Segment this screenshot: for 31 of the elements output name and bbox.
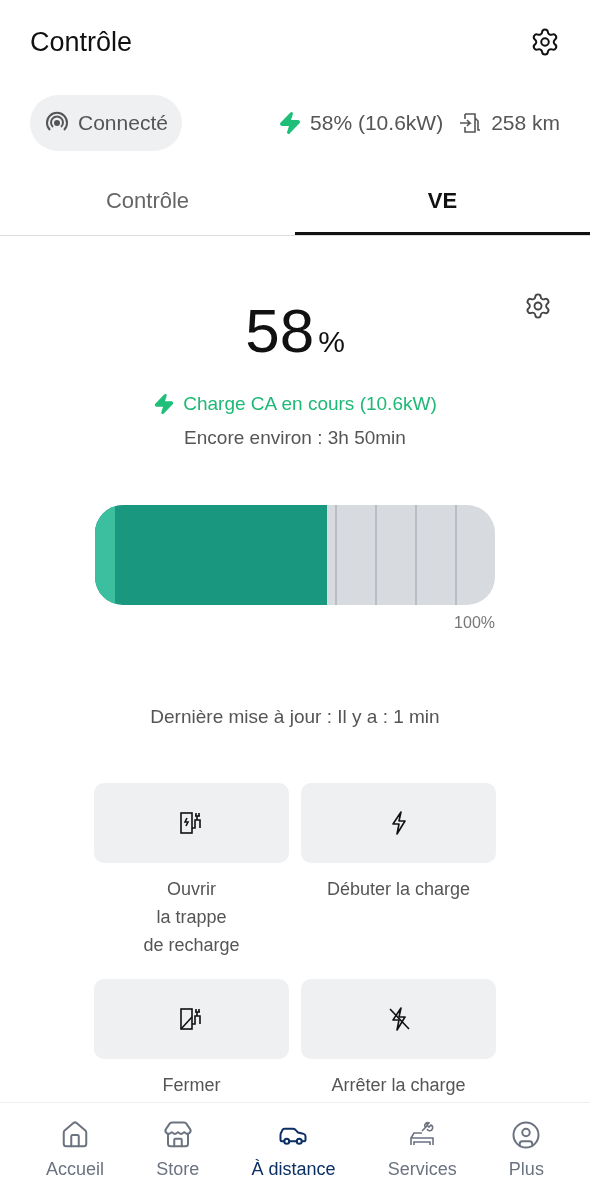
- profile-icon: [511, 1120, 542, 1150]
- lightning-icon: [278, 110, 303, 135]
- tab[interactable]: VE: [295, 168, 590, 235]
- last-update: Dernière mise à jour : Il y a : 1 min: [150, 704, 440, 729]
- percent-unit: %: [318, 323, 345, 360]
- action-label: Débuter la charge: [326, 878, 471, 901]
- nav-item[interactable]: Accueil: [46, 1120, 105, 1183]
- action-button[interactable]: [301, 979, 496, 1059]
- action-button[interactable]: [301, 783, 496, 863]
- store-icon: [162, 1120, 193, 1150]
- max-label: 100%: [454, 612, 495, 633]
- connection-chip: Connecté: [30, 94, 182, 151]
- battery-percent: 58: [245, 299, 315, 362]
- action-label: Ouvrir la trappe de recharge: [143, 878, 240, 957]
- tab[interactable]: Contrôle: [0, 168, 295, 235]
- nav-item[interactable]: Store: [156, 1120, 200, 1183]
- nav-item[interactable]: Plus: [508, 1120, 544, 1183]
- nav-item[interactable]: Services: [387, 1120, 457, 1183]
- action-button[interactable]: [94, 979, 289, 1059]
- settings-icon[interactable]: [530, 27, 560, 58]
- range-reading: 258 km: [491, 109, 560, 136]
- page-title: Contrôle: [30, 26, 133, 59]
- action-label: Fermer: [162, 1074, 221, 1097]
- lightning-icon: [153, 392, 176, 415]
- action-button[interactable]: [94, 783, 289, 863]
- remaining-time: Encore environ : 3h 50min: [184, 426, 406, 450]
- charging-status: Charge CA en cours (10.6kW): [183, 391, 437, 416]
- action-label: Arrêter la charge: [331, 1074, 466, 1097]
- settings-icon[interactable]: [524, 291, 552, 320]
- charge-reading: 58% (10.6kW): [310, 109, 444, 136]
- nav-item[interactable]: À distance: [251, 1120, 336, 1183]
